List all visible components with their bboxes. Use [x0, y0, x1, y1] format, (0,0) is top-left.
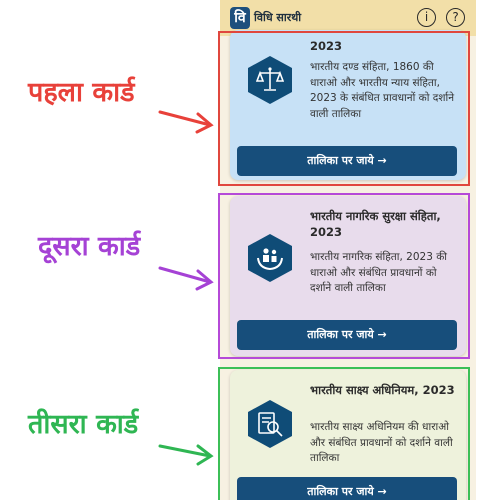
annotation-arrows: [158, 110, 214, 466]
arrow-purple: [158, 266, 214, 291]
arrow-green: [158, 444, 214, 466]
arrow-red: [158, 110, 214, 134]
